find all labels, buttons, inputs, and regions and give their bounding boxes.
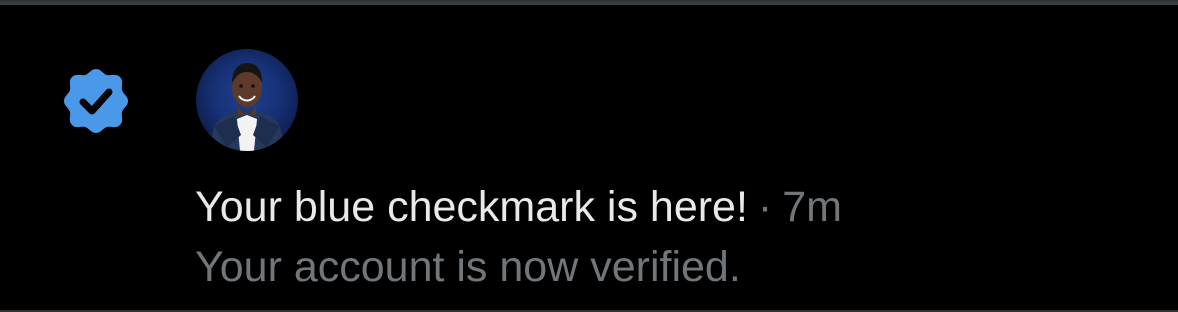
time-separator: · (757, 183, 773, 231)
notification-item[interactable]: Your blue checkmark is here! · 7m Your acc… (0, 0, 1178, 312)
notification-headline: Your blue checkmark is here! · 7m (195, 180, 1155, 234)
verified-badge-icon (60, 65, 132, 137)
top-divider (0, 2, 1178, 5)
notification-subtitle: Your account is now verified. (195, 243, 741, 291)
user-avatar[interactable] (196, 49, 298, 151)
notification-content: Your blue checkmark is here! · 7m Your acc… (195, 180, 1155, 294)
notification-time: 7m (782, 183, 842, 231)
notification-title: Your blue checkmark is here! (195, 183, 748, 231)
